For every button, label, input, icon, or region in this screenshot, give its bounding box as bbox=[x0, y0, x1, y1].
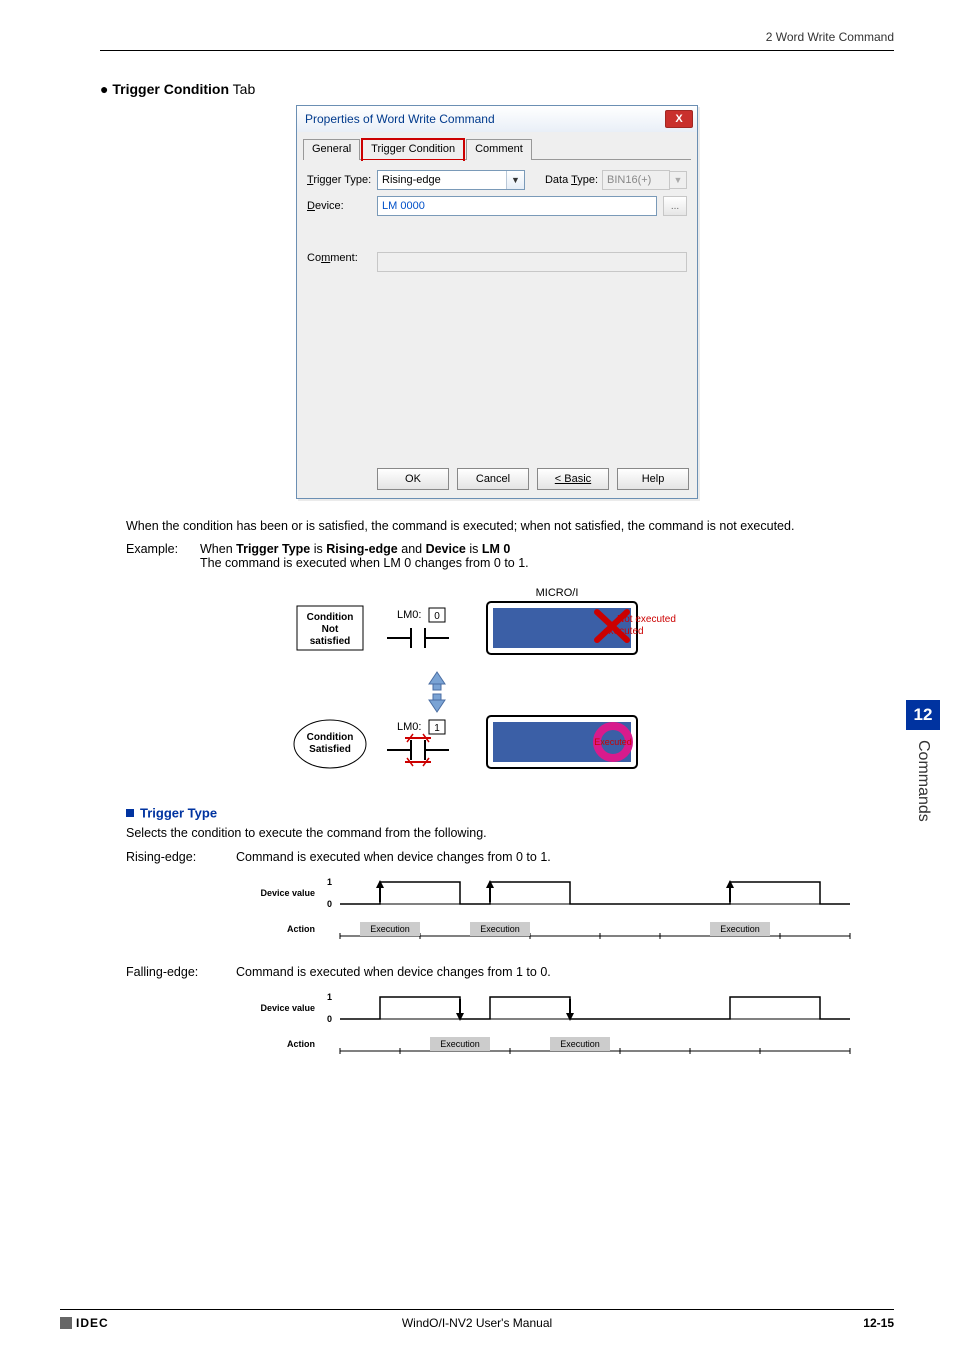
svg-text:Not: Not bbox=[322, 624, 339, 635]
state-diagram: MICRO/I Condition Not satisfied LM0: 0 N… bbox=[100, 582, 894, 782]
square-bullet-icon bbox=[126, 809, 134, 817]
falling-edge-label: Falling-edge: bbox=[126, 965, 236, 979]
example-label: Example: bbox=[126, 542, 200, 570]
svg-text:1: 1 bbox=[327, 992, 332, 1002]
svg-text:0: 0 bbox=[327, 899, 332, 909]
trigger-type-value: Rising-edge bbox=[382, 174, 441, 186]
rising-edge-text: Command is executed when device changes … bbox=[236, 850, 868, 864]
trigger-type-select[interactable]: Rising-edge ▼ bbox=[377, 170, 525, 190]
tab-general[interactable]: General bbox=[303, 139, 360, 160]
rising-edge-label: Rising-edge: bbox=[126, 850, 236, 864]
up-down-arrow-icon bbox=[429, 672, 445, 712]
top-rule bbox=[100, 50, 894, 51]
falling-edge-diagram: Device value 1 0 Action Execution Execut… bbox=[260, 985, 894, 1070]
micro-label: MICRO/I bbox=[536, 587, 579, 599]
device-input[interactable]: LM 0000 bbox=[377, 196, 657, 216]
tab-strip: General Trigger Condition Comment bbox=[303, 138, 691, 160]
svg-text:Execution: Execution bbox=[560, 1039, 600, 1049]
idec-brand: IDEC bbox=[76, 1316, 109, 1330]
data-type-select: BIN16(+) bbox=[602, 170, 670, 190]
properties-dialog: Properties of Word Write Command X Gener… bbox=[296, 105, 698, 499]
close-icon: X bbox=[675, 114, 682, 125]
chevron-down-icon: ▼ bbox=[506, 171, 524, 189]
svg-text:LM0:: LM0: bbox=[397, 721, 421, 733]
svg-text:LM0:: LM0: bbox=[397, 609, 421, 621]
dialog-title: Properties of Word Write Command bbox=[305, 112, 495, 126]
comment-input bbox=[377, 252, 687, 272]
dialog-body: Trigger Type: Rising-edge ▼ Data Type: B… bbox=[297, 160, 697, 460]
trigger-type-desc: Selects the condition to execute the com… bbox=[126, 826, 868, 840]
svg-text:Action: Action bbox=[287, 1039, 315, 1049]
svg-text:0: 0 bbox=[327, 1014, 332, 1024]
svg-text:Execution: Execution bbox=[370, 924, 410, 934]
heading-rest: Tab bbox=[229, 81, 255, 97]
help-button[interactable]: Help bbox=[617, 468, 689, 490]
falling-edge-text: Command is executed when device changes … bbox=[236, 965, 868, 979]
label-data-type: Data Type: bbox=[545, 174, 598, 186]
bullet-icon: ● bbox=[100, 81, 108, 97]
svg-text:0: 0 bbox=[434, 611, 440, 622]
para-condition: When the condition has been or is satisf… bbox=[126, 517, 868, 536]
header-section: 2 Word Write Command bbox=[100, 30, 894, 50]
label-device: Device: bbox=[307, 200, 377, 212]
heading-bold: Trigger Condition bbox=[112, 81, 229, 97]
footer-center: WindO/I-NV2 User's Manual bbox=[402, 1316, 552, 1330]
svg-text:Condition: Condition bbox=[307, 612, 354, 623]
tab-trigger-condition[interactable]: Trigger Condition bbox=[362, 139, 464, 160]
svg-text:Condition: Condition bbox=[307, 732, 354, 743]
svg-text:Action: Action bbox=[287, 924, 315, 934]
dialog-titlebar: Properties of Word Write Command X bbox=[297, 106, 697, 132]
svg-text:Executed: Executed bbox=[594, 737, 632, 747]
rising-edge-diagram: Device value 1 0 Action Execution bbox=[260, 870, 894, 955]
label-trigger-type: Trigger Type: bbox=[307, 174, 377, 186]
heading-trigger-condition: ● Trigger Condition Tab bbox=[100, 81, 894, 97]
ok-button[interactable]: OK bbox=[377, 468, 449, 490]
tab-comment[interactable]: Comment bbox=[466, 139, 532, 160]
close-button[interactable]: X bbox=[665, 110, 693, 128]
idec-logo-icon bbox=[60, 1317, 72, 1329]
device-browse-button[interactable]: ... bbox=[663, 196, 687, 216]
dialog-footer: OK Cancel < Basic Help bbox=[297, 460, 697, 498]
page-footer: IDEC WindO/I-NV2 User's Manual 12-15 bbox=[60, 1309, 894, 1330]
svg-text:Device value: Device value bbox=[260, 888, 315, 898]
svg-text:Execution: Execution bbox=[440, 1039, 480, 1049]
chapter-side-tab: 12 Commands bbox=[906, 700, 940, 822]
svg-text:Satisfied: Satisfied bbox=[309, 744, 351, 755]
trigger-type-heading: Trigger Type bbox=[126, 804, 868, 822]
svg-text:Execution: Execution bbox=[480, 924, 520, 934]
footer-page-number: 12-15 bbox=[863, 1316, 894, 1330]
cancel-button[interactable]: Cancel bbox=[457, 468, 529, 490]
label-comment: Comment: bbox=[307, 252, 377, 272]
chapter-number: 12 bbox=[906, 700, 940, 730]
svg-text:Device value: Device value bbox=[260, 1003, 315, 1013]
example-text: When Trigger Type is Rising-edge and Dev… bbox=[200, 542, 868, 570]
svg-text:1: 1 bbox=[327, 877, 332, 887]
basic-button[interactable]: < Basic bbox=[537, 468, 609, 490]
chapter-label: Commands bbox=[914, 740, 932, 822]
chevron-down-icon: ▼ bbox=[669, 171, 687, 189]
svg-text:satisfied: satisfied bbox=[310, 636, 351, 647]
svg-text:1: 1 bbox=[434, 723, 440, 734]
svg-text:Execution: Execution bbox=[720, 924, 760, 934]
